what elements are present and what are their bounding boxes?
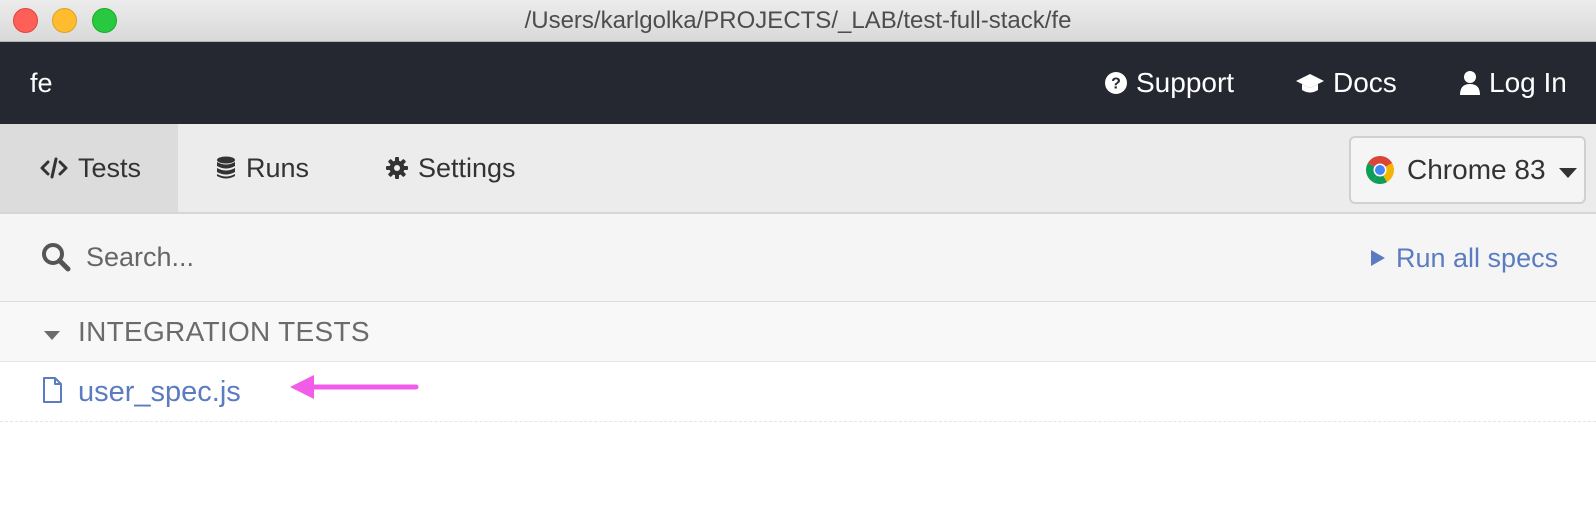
graduation-cap-icon <box>1295 71 1325 95</box>
login-label: Log In <box>1489 67 1567 98</box>
login-link[interactable]: Log In <box>1459 42 1567 124</box>
code-icon <box>40 156 68 180</box>
chevron-down-icon <box>1558 154 1578 186</box>
search-input[interactable] <box>86 234 986 280</box>
search-icon <box>40 241 72 273</box>
integration-tests-folder[interactable]: INTEGRATION TESTS <box>0 302 1596 362</box>
tab-settings-label: Settings <box>418 152 516 183</box>
spec-search-bar: Run all specs <box>0 214 1596 302</box>
gear-icon <box>386 157 408 179</box>
file-icon <box>42 377 62 408</box>
tab-tests[interactable]: Tests <box>0 124 178 212</box>
database-icon <box>216 156 236 180</box>
svg-text:?: ? <box>1111 76 1121 93</box>
window-title: /Users/karlgolka/PROJECTS/_LAB/test-full… <box>524 7 1072 34</box>
spec-file-name[interactable]: user_spec.js <box>78 362 241 422</box>
nav-tabs-bar: Tests Runs Settings Chrome 83 <box>0 124 1596 214</box>
docs-label: Docs <box>1333 67 1397 98</box>
chrome-logo-icon <box>1366 156 1394 184</box>
tab-settings[interactable]: Settings <box>386 124 516 212</box>
browser-select-button[interactable]: Chrome 83 <box>1349 136 1586 204</box>
question-circle-icon: ? <box>1104 71 1128 95</box>
tab-runs-label: Runs <box>246 152 310 183</box>
tab-runs[interactable]: Runs <box>216 124 309 212</box>
browser-label: Chrome 83 <box>1407 154 1546 185</box>
run-all-specs-button[interactable]: Run all specs <box>1370 214 1558 302</box>
project-name: fe <box>30 68 53 98</box>
tab-tests-label: Tests <box>78 152 142 183</box>
docs-link[interactable]: Docs <box>1295 42 1397 124</box>
support-label: Support <box>1136 67 1235 98</box>
window-titlebar: /Users/karlgolka/PROJECTS/_LAB/test-full… <box>0 0 1596 42</box>
folder-label: INTEGRATION TESTS <box>78 316 370 347</box>
arrow-annotation-icon <box>290 375 419 399</box>
support-link[interactable]: ? Support <box>1104 42 1234 124</box>
caret-down-icon <box>44 328 60 346</box>
spec-file-row[interactable]: user_spec.js <box>0 362 1596 422</box>
run-all-specs-label: Run all specs <box>1396 242 1559 273</box>
app-header: fe ? Support Docs Log In <box>0 42 1596 124</box>
user-icon <box>1459 70 1481 96</box>
play-icon <box>1370 249 1386 267</box>
